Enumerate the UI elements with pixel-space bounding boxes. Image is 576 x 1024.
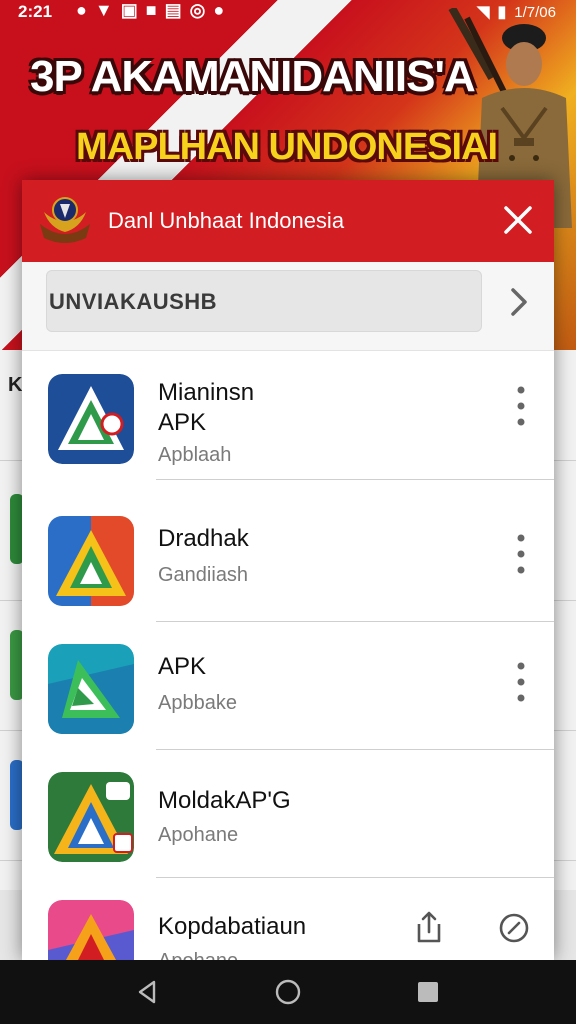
signal-icon: ▼ [94, 0, 113, 20]
app-subtitle: Apohane [158, 950, 238, 960]
mail-icon: ▤ [164, 0, 182, 20]
system-icons: ◥ ▮ 1/7/06 [477, 2, 556, 22]
app-name: APK [158, 653, 207, 680]
app-name: Mianinsn [158, 379, 255, 406]
chevron-right-icon[interactable] [504, 282, 534, 322]
app-subtitle: Gandiiash [158, 564, 249, 586]
app-name: Kopdabatiaun [158, 913, 307, 940]
search-input[interactable]: UNVIAKAUSHB [46, 270, 482, 332]
app-icon: ▣ [120, 0, 138, 20]
notification-icon: ● [76, 0, 87, 20]
close-icon[interactable] [500, 202, 536, 238]
message-icon: ■ [145, 0, 157, 20]
home-icon[interactable] [272, 976, 304, 1008]
app-list-item[interactable]: MoldakAP'G Apohane [22, 750, 554, 878]
app-list-item[interactable]: Dradhak Gandiiash [22, 494, 554, 622]
more-vertical-icon[interactable] [506, 658, 536, 706]
app-icon [48, 644, 134, 734]
search-value: UNVIAKAUSHB [49, 289, 218, 314]
emblem-icon [40, 197, 90, 243]
app-name: MoldakAP'G [158, 787, 291, 814]
more-vertical-icon[interactable] [506, 382, 536, 430]
dialog-title: Danl Unbhaat Indonesia [108, 208, 345, 233]
app-subtitle: Apbbake [158, 692, 237, 714]
app-icon [48, 900, 134, 960]
notification-icons: ● ▼ ▣ ■ ▤ ◎ ● [76, 0, 224, 21]
dialog-header: Danl Unbhaat Indonesia [22, 180, 554, 262]
share-icon[interactable] [414, 910, 444, 944]
dot-icon: ● [213, 0, 225, 20]
back-icon[interactable] [132, 976, 164, 1008]
app-name-line2: APK [158, 409, 207, 436]
recents-icon[interactable] [412, 976, 444, 1008]
app-icon [48, 374, 134, 464]
status-date: 1/7/06 [514, 3, 556, 21]
sync-icon: ◎ [189, 0, 206, 20]
app-subtitle: Apohane [158, 824, 239, 846]
status-time: 2:21 [18, 2, 53, 21]
more-vertical-icon[interactable] [506, 530, 536, 578]
search-area: UNVIAKAUSHB [22, 262, 554, 351]
divider [156, 479, 554, 480]
battery-icon: ▮ [497, 4, 507, 21]
status-bar: 2:21 ● ▼ ▣ ■ ▤ ◎ ● ◥ ▮ 1/7/06 [0, 0, 576, 26]
app-icon [48, 772, 134, 862]
app-subtitle: Apblaah [158, 444, 232, 466]
app-dialog: Danl Unbhaat Indonesia UNVIAKAUSHB Miani… [22, 180, 554, 960]
app-list-item[interactable]: Mianinsn APK Apblaah [22, 352, 554, 480]
section-letter: K [8, 374, 23, 396]
compass-icon[interactable] [498, 912, 530, 944]
wifi-icon: ◥ [477, 4, 490, 21]
app-list-item[interactable]: Kopdabatiaun Apohane [22, 878, 554, 960]
app-list-item[interactable]: APK Apbbake [22, 622, 554, 750]
banner-subtitle: MAPLHAN UNDONESIAI [76, 126, 498, 168]
app-name: Dradhak [158, 525, 249, 552]
banner-title: 3P AKAMANIDANIIS'A [30, 52, 476, 101]
app-icon [48, 516, 134, 606]
navigation-bar [0, 960, 576, 1024]
